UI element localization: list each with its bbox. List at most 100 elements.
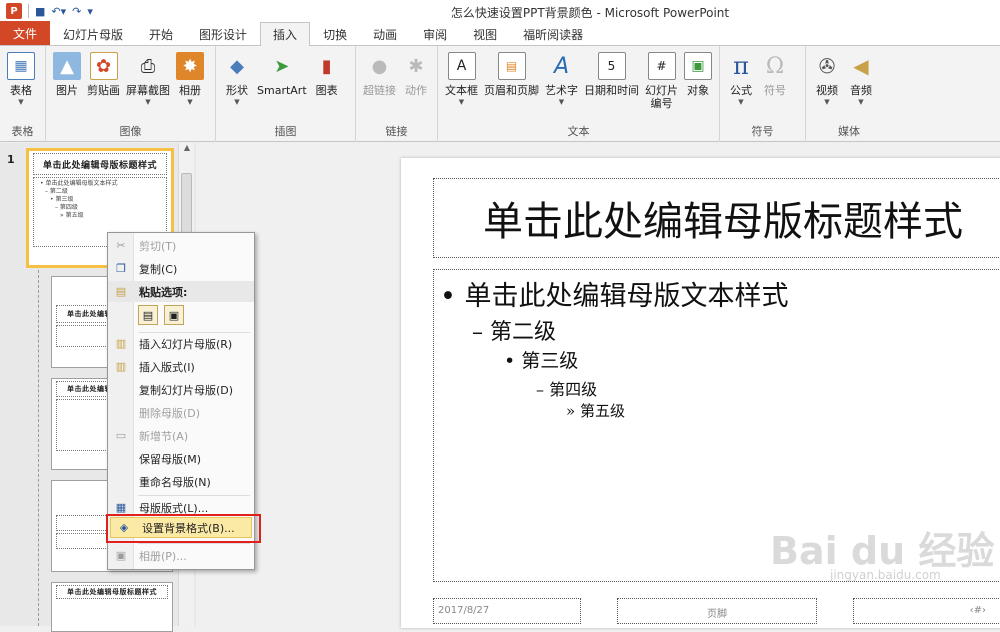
action-label: 动作 bbox=[405, 84, 427, 97]
film-reel-icon: ✇ bbox=[818, 54, 836, 78]
slide-number-placeholder[interactable]: ‹#› bbox=[853, 598, 1000, 624]
chevron-down-icon: ▼ bbox=[558, 98, 565, 106]
hyperlink-label: 超链接 bbox=[363, 84, 396, 97]
photo-album-icon: ✸ bbox=[176, 52, 204, 80]
paste-keep-text-icon[interactable]: ▤ bbox=[138, 305, 158, 325]
chevron-down-icon: ▼ bbox=[458, 98, 465, 106]
layout-thumbnail-4[interactable]: 单击此处编辑母版标题样式 bbox=[51, 582, 173, 632]
layout-4-title-text: 单击此处编辑母版标题样式 bbox=[67, 588, 157, 596]
menu-label-album: 相册(P)... bbox=[139, 549, 187, 563]
baidu-watermark: Bai du 经验 bbox=[770, 529, 995, 573]
save-icon[interactable]: ■ bbox=[35, 5, 45, 18]
group-label-text: 文本 bbox=[567, 125, 590, 138]
scroll-up-icon[interactable]: ▲ bbox=[179, 143, 195, 157]
menu-item-copy[interactable]: ❐ 复制(C) bbox=[108, 258, 254, 279]
menu-item-duplicate-master[interactable]: 复制幻灯片母版(D) bbox=[108, 379, 254, 400]
powerpoint-logo-icon[interactable]: P bbox=[6, 3, 22, 19]
thumb-title: 单击此处编辑母版标题样式 bbox=[42, 161, 157, 171]
menu-label-preserve-master: 保留母版(M) bbox=[139, 452, 202, 466]
menu-item-preserve-master[interactable]: 保留母版(M) bbox=[108, 448, 254, 469]
tab-insert[interactable]: 插入 bbox=[260, 22, 311, 46]
undo-icon[interactable]: ↶▾ bbox=[51, 5, 66, 18]
title-placeholder[interactable]: 单击此处编辑母版标题样式 bbox=[433, 178, 1000, 258]
menu-label-new-section: 新增节(A) bbox=[139, 429, 189, 443]
tab-animations[interactable]: 动画 bbox=[360, 23, 410, 45]
chevron-down-icon: ▼ bbox=[187, 98, 193, 106]
action-icon: ✱ bbox=[408, 55, 424, 77]
wordart-label: 艺术字 bbox=[545, 84, 578, 97]
screenshot-icon: ⎙ bbox=[140, 55, 156, 77]
picture-label: 图片 bbox=[56, 84, 78, 97]
object-icon: ▣ bbox=[684, 52, 712, 80]
hyperlink-icon: ● bbox=[371, 55, 388, 77]
menu-item-rename-master[interactable]: 重命名母版(N) bbox=[108, 471, 254, 492]
menu-item-insert-master[interactable]: ▥ 插入幻灯片母版(R) bbox=[108, 333, 254, 354]
tab-view[interactable]: 视图 bbox=[460, 23, 510, 45]
group-media: ✇ 视频 ▼ ◀ 音频 ▼ 媒体 bbox=[806, 46, 892, 142]
tab-file[interactable]: 文件 bbox=[0, 21, 50, 45]
copy-icon: ❐ bbox=[116, 262, 126, 275]
calendar-icon: 5 bbox=[597, 52, 626, 80]
menu-separator bbox=[138, 543, 250, 544]
clipart-icon: ✿ bbox=[89, 52, 118, 80]
thumb-body-line-2: – 第二级 bbox=[45, 188, 68, 195]
textbox-label: 文本框 bbox=[445, 84, 478, 97]
ribbon: ▦ 表格 ▼ 表格 ▲ 图片 ✿ 剪贴画 ⎙ 屏幕截图 ▼ ✸ 相册 ▼ 图像 … bbox=[0, 46, 1000, 142]
thumb-body-line-4: – 第四级 bbox=[55, 204, 78, 211]
menu-item-insert-layout[interactable]: ▥ 插入版式(I) bbox=[108, 356, 254, 377]
title-bar: P ■ ↶▾ ↷ ▾ 怎么快速设置PPT背景颜色 - Microsoft Pow… bbox=[0, 0, 1000, 22]
symbol-label: 符号 bbox=[764, 84, 786, 97]
highlight-callout-box bbox=[106, 514, 261, 543]
menu-item-new-section[interactable]: ▭ 新增节(A) bbox=[108, 425, 254, 446]
thumb-body-line-3: • 第三级 bbox=[50, 196, 74, 203]
header-footer-icon: ▤ bbox=[497, 52, 526, 80]
chevron-down-icon: ▼ bbox=[18, 98, 24, 106]
photo-album-icon: ▣ bbox=[115, 549, 127, 562]
group-links: ● 超链接 ✱ 动作 链接 bbox=[356, 46, 438, 142]
audio-label: 音频 bbox=[850, 84, 872, 97]
new-section-icon: ▭ bbox=[115, 429, 127, 442]
menu-label-delete-master: 删除母版(D) bbox=[139, 406, 201, 420]
tab-transitions[interactable]: 切换 bbox=[310, 23, 360, 45]
date-placeholder[interactable]: 2017/8/27 bbox=[433, 598, 581, 624]
tab-home[interactable]: 开始 bbox=[136, 23, 186, 45]
group-table: ▦ 表格 ▼ 表格 bbox=[0, 46, 46, 142]
pi-icon: π bbox=[733, 52, 749, 80]
date-time-label: 日期和时间 bbox=[584, 84, 639, 97]
smartart-icon: ➤ bbox=[274, 55, 290, 77]
ribbon-tabs: 文件 幻灯片母版 开始 图形设计 插入 切换 动画 审阅 视图 福昕阅读器 bbox=[0, 21, 1000, 46]
menu-item-delete-master[interactable]: 删除母版(D) bbox=[108, 402, 254, 423]
insert-master-icon: ▥ bbox=[115, 337, 127, 350]
equation-label: 公式 bbox=[730, 84, 752, 97]
group-label-images: 图像 bbox=[119, 125, 142, 138]
album-label: 相册 bbox=[179, 84, 201, 97]
tab-foxit-reader[interactable]: 福昕阅读器 bbox=[510, 23, 596, 45]
tab-review[interactable]: 审阅 bbox=[410, 23, 460, 45]
menu-item-cut[interactable]: ✂ 剪切(T) bbox=[108, 235, 254, 256]
master-layout-icon: ▦ bbox=[115, 501, 127, 514]
video-label: 视频 bbox=[816, 84, 838, 97]
group-label-media: 媒体 bbox=[838, 125, 860, 138]
customize-toolbar-icon[interactable]: ▾ bbox=[87, 5, 93, 18]
shapes-label: 形状 bbox=[226, 84, 248, 97]
paste-picture-icon[interactable]: ▣ bbox=[164, 305, 184, 325]
chevron-down-icon: ▼ bbox=[738, 98, 744, 106]
menu-label-copy: 复制(C) bbox=[139, 262, 178, 276]
tab-design[interactable]: 图形设计 bbox=[186, 23, 260, 45]
omega-icon: Ω bbox=[765, 53, 785, 79]
wordart-icon: A bbox=[553, 53, 570, 79]
menu-item-album[interactable]: ▣ 相册(P)... bbox=[108, 545, 254, 566]
text-level-4: – 第四级 bbox=[536, 380, 598, 399]
table-label: 表格 bbox=[10, 84, 32, 97]
menu-label-insert-layout: 插入版式(I) bbox=[139, 360, 195, 374]
screenshot-label: 屏幕截图 bbox=[126, 84, 170, 97]
group-label-illustrations: 插图 bbox=[274, 125, 297, 138]
tab-slide-master[interactable]: 幻灯片母版 bbox=[50, 23, 136, 45]
thumb-body: • 单击此处编辑母版文本样式 – 第二级 • 第三级 – 第四级 » 第五级 bbox=[34, 178, 166, 222]
insert-layout-icon: ▥ bbox=[115, 360, 127, 373]
title-placeholder-text: 单击此处编辑母版标题样式 bbox=[483, 199, 963, 245]
quick-access-toolbar: P ■ ↶▾ ↷ ▾ bbox=[0, 3, 93, 19]
redo-icon[interactable]: ↷ bbox=[72, 5, 81, 18]
footer-placeholder[interactable]: 页脚 bbox=[617, 598, 817, 624]
connector-line bbox=[38, 270, 39, 626]
